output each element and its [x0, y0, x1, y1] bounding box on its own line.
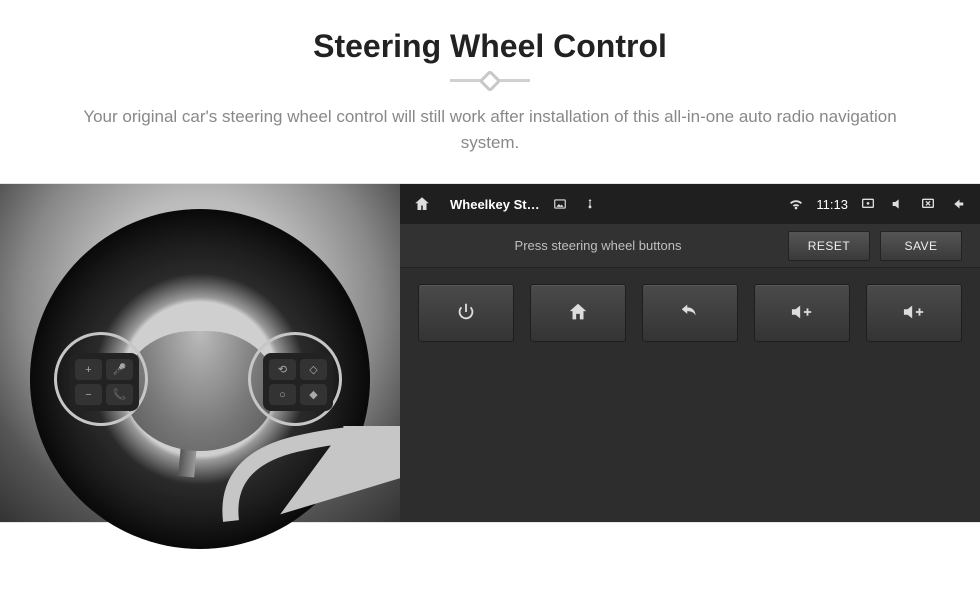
reset-button[interactable]: RESET [788, 231, 870, 261]
highlight-ring-left: + 🎤 − 📞 [54, 332, 148, 426]
wheel-btn: 🎤 [106, 359, 133, 380]
wheel-btn: ◆ [300, 384, 327, 405]
func-back[interactable] [642, 284, 738, 342]
func-power[interactable] [418, 284, 514, 342]
volume-up-icon [901, 301, 927, 326]
highlight-ring-right: ⟲ ◇ ○ ◆ [248, 332, 342, 426]
func-volume-up-2[interactable] [866, 284, 962, 342]
title-divider [450, 79, 530, 82]
steering-wheel-photo: + 🎤 − 📞 ⟲ ◇ ○ ◆ [0, 184, 400, 522]
wheel-button-pad-right: ⟲ ◇ ○ ◆ [263, 353, 333, 411]
home-icon [567, 301, 589, 326]
status-bar: Wheelkey St… 11:13 [400, 184, 980, 224]
back-icon [677, 301, 703, 326]
volume-up-icon [789, 301, 815, 326]
back-icon[interactable] [948, 194, 968, 214]
save-button[interactable]: SAVE [880, 231, 962, 261]
close-icon[interactable] [918, 194, 938, 214]
wifi-icon [786, 194, 806, 214]
page-subtitle: Your original car's steering wheel contr… [80, 104, 900, 155]
image-icon [550, 194, 570, 214]
product-figure: + 🎤 − 📞 ⟲ ◇ ○ ◆ [0, 183, 980, 523]
func-home[interactable] [530, 284, 626, 342]
screenshot-icon[interactable] [858, 194, 878, 214]
toolbar: Press steering wheel buttons RESET SAVE [400, 224, 980, 268]
wheel-button-pad-left: + 🎤 − 📞 [69, 353, 139, 411]
usb-icon [580, 194, 600, 214]
wheel-btn: 📞 [106, 384, 133, 405]
headunit-screen: Wheelkey St… 11:13 [400, 184, 980, 522]
app-title: Wheelkey St… [450, 197, 540, 212]
power-icon [455, 301, 477, 326]
wheel-btn: ◇ [300, 359, 327, 380]
wheel-btn: ○ [269, 384, 296, 405]
page-title: Steering Wheel Control [0, 28, 980, 65]
wheel-btn: ⟲ [269, 359, 296, 380]
function-buttons-row [400, 268, 980, 358]
mute-icon[interactable] [888, 194, 908, 214]
func-volume-up-1[interactable] [754, 284, 850, 342]
hint-text: Press steering wheel buttons [418, 238, 778, 253]
wheel-btn: + [75, 359, 102, 380]
clock: 11:13 [816, 197, 848, 212]
home-icon[interactable] [412, 194, 432, 214]
wheel-btn: − [75, 384, 102, 405]
